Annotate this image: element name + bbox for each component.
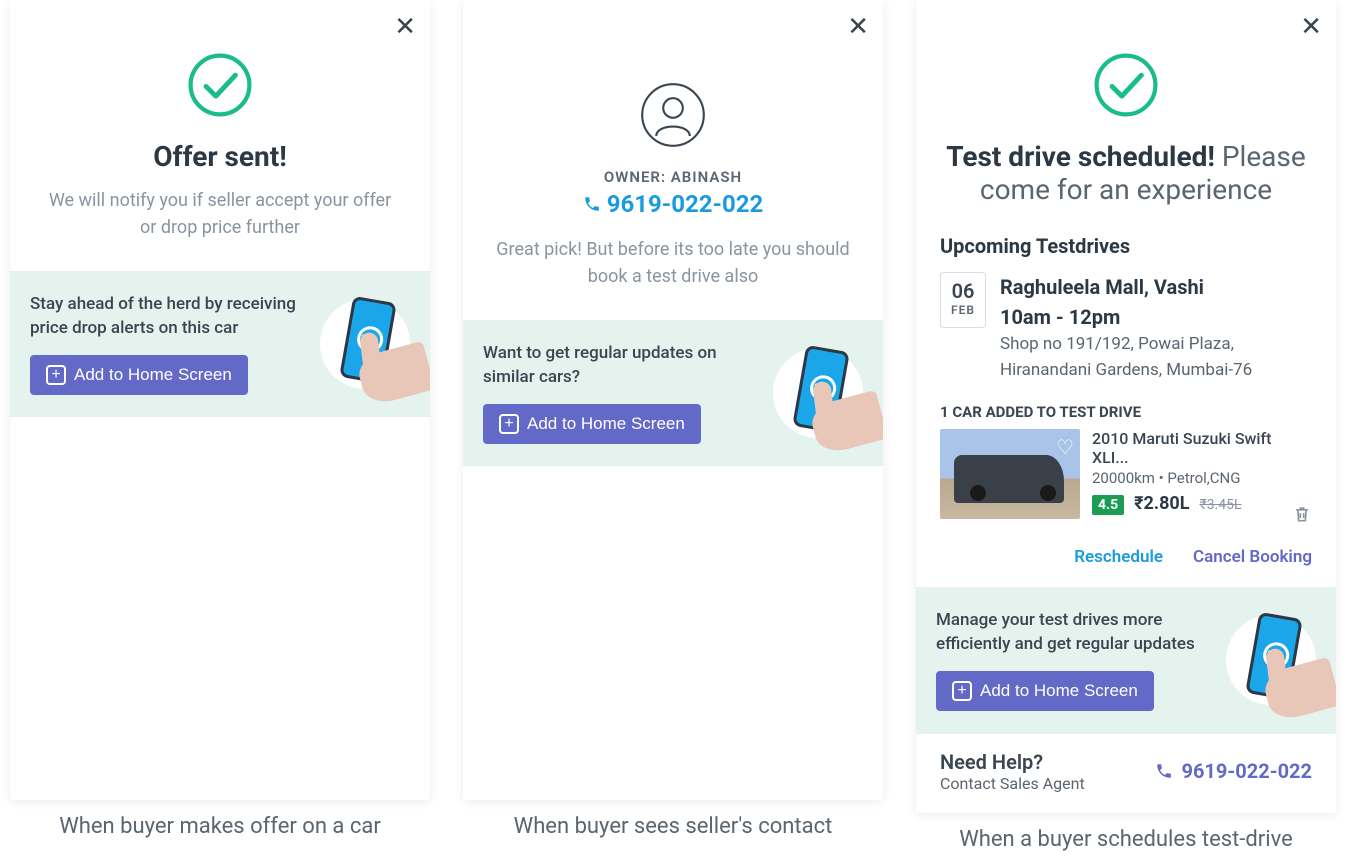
promo-text: Stay ahead of the herd by receiving pric… [30, 293, 308, 341]
reschedule-link[interactable]: Reschedule [1074, 547, 1163, 567]
phone-illustration [1226, 615, 1316, 705]
car-title: 2010 Maruti Suzuki Swift XLI... [1092, 429, 1312, 467]
testdrive-row: 06 FEB Raghuleela Mall, Vashi 10am - 12p… [916, 272, 1336, 397]
phone-number: 9619-022-022 [607, 190, 764, 218]
offer-sent-card: ✕ Offer sent! We will notify you if sell… [10, 0, 430, 800]
testdrive-place: Raghuleela Mall, Vashi [1000, 272, 1312, 302]
help-row: Need Help? Contact Sales Agent 9619-022-… [916, 733, 1336, 813]
rating-badge: 4.5 [1092, 495, 1124, 515]
test-drive-card: ✕ Test drive scheduled! Please come for … [916, 0, 1336, 813]
help-title: Need Help? [940, 750, 1085, 774]
close-icon[interactable]: ✕ [1300, 14, 1322, 40]
add-to-home-button[interactable]: + Add to Home Screen [936, 671, 1154, 711]
seller-contact-card: ✕ OWNER: ABINASH 9619-022-022 Great pick… [463, 0, 883, 800]
owner-phone-link[interactable]: 9619-022-022 [583, 190, 764, 218]
button-label: Add to Home Screen [980, 681, 1138, 701]
car-image: ♡ [940, 429, 1080, 519]
close-icon[interactable]: ✕ [394, 14, 416, 40]
testdrive-address: Shop no 191/192, Powai Plaza, Hiranandan… [1000, 332, 1312, 383]
trash-icon[interactable] [1292, 504, 1312, 529]
offer-sent-subtitle: We will notify you if seller accept your… [40, 187, 400, 241]
phone-illustration [320, 299, 410, 389]
phone-illustration [773, 348, 863, 438]
caption-b: When buyer sees seller's contact [463, 814, 883, 839]
hero: Test drive scheduled! Please come for an… [916, 0, 1336, 230]
phone-icon [1155, 762, 1173, 780]
car-meta: 20000km • Petrol,CNG [1092, 469, 1312, 487]
check-circle-icon [1091, 50, 1161, 120]
testdrive-time: 10am - 12pm [1000, 302, 1312, 332]
cars-added-label: 1 CAR ADDED TO TEST DRIVE [916, 397, 1336, 429]
car-old-price: ₹3.45L [1199, 497, 1241, 513]
title-bold: Test drive scheduled! [946, 140, 1215, 173]
cancel-booking-link[interactable]: Cancel Booking [1193, 547, 1312, 567]
add-to-home-button[interactable]: + Add to Home Screen [30, 355, 248, 395]
contact-subtitle: Great pick! But before its too late you … [493, 236, 853, 290]
promo-banner: Stay ahead of the herd by receiving pric… [10, 271, 430, 417]
promo-banner: Want to get regular updates on similar c… [463, 320, 883, 466]
car-price: ₹2.80L [1134, 493, 1189, 514]
plus-icon: + [499, 414, 519, 434]
date-box: 06 FEB [940, 272, 986, 328]
help-subtitle: Contact Sales Agent [940, 774, 1085, 793]
car-info: 2010 Maruti Suzuki Swift XLI... 20000km … [1092, 429, 1312, 519]
help-phone-number: 9619-022-022 [1181, 759, 1312, 783]
user-icon [638, 80, 708, 150]
owner-label: OWNER: ABINASH [493, 168, 853, 186]
date-day: 06 [951, 279, 975, 303]
help-phone-link[interactable]: 9619-022-022 [1155, 759, 1312, 783]
close-icon[interactable]: ✕ [847, 14, 869, 40]
hero: OWNER: ABINASH 9619-022-022 Great pick! … [463, 0, 883, 320]
check-circle-icon [185, 50, 255, 120]
test-drive-title: Test drive scheduled! Please come for an… [946, 140, 1306, 206]
caption-a: When buyer makes offer on a car [10, 814, 430, 839]
heart-icon[interactable]: ♡ [1056, 435, 1074, 459]
caption-c: When a buyer schedules test-drive [916, 827, 1336, 852]
plus-icon: + [952, 681, 972, 701]
car-row: ♡ 2010 Maruti Suzuki Swift XLI... 20000k… [916, 429, 1336, 529]
offer-sent-title: Offer sent! [40, 140, 400, 173]
promo-text: Manage your test drives more efficiently… [936, 609, 1214, 657]
promo-banner: Manage your test drives more efficiently… [916, 587, 1336, 733]
booking-actions: Reschedule Cancel Booking [916, 529, 1336, 587]
promo-text: Want to get regular updates on similar c… [483, 342, 761, 390]
phone-icon [583, 195, 601, 213]
add-to-home-button[interactable]: + Add to Home Screen [483, 404, 701, 444]
testdrive-info: Raghuleela Mall, Vashi 10am - 12pm Shop … [1000, 272, 1312, 383]
button-label: Add to Home Screen [74, 365, 232, 385]
hero: Offer sent! We will notify you if seller… [10, 0, 430, 271]
upcoming-testdrives-heading: Upcoming Testdrives [916, 230, 1336, 272]
plus-icon: + [46, 365, 66, 385]
button-label: Add to Home Screen [527, 414, 685, 434]
date-month: FEB [951, 303, 975, 317]
